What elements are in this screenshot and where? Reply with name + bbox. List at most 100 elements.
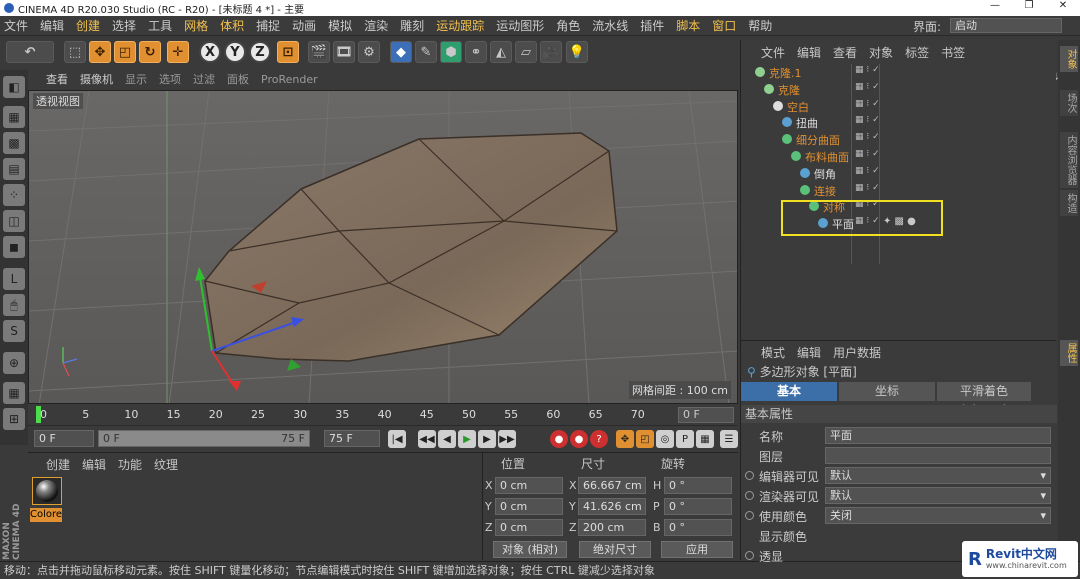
- visibility-flags-icon[interactable]: ▦ ⁝ ✓: [855, 99, 885, 114]
- menu-item-11[interactable]: 雕刻: [400, 17, 424, 34]
- attribute-value-field[interactable]: [825, 447, 1051, 464]
- perspective-viewport[interactable]: 透视视图 网格间距 : 100 cm: [28, 90, 738, 404]
- visibility-flags-icon[interactable]: ▦ ⁝ ✓: [855, 183, 885, 198]
- visibility-flags-icon[interactable]: ▦ ⁝ ✓: [855, 166, 885, 181]
- object-row[interactable]: 倒角 ▦ ⁝ ✓: [743, 165, 1055, 182]
- menu-item-13[interactable]: 运动图形: [496, 17, 544, 34]
- key-pla-icon[interactable]: ▦: [696, 430, 714, 448]
- menu-item-18[interactable]: 窗口: [712, 17, 736, 34]
- make-editable-icon[interactable]: ◧: [3, 76, 25, 98]
- side-tab-2[interactable]: 内容浏览器: [1060, 132, 1078, 188]
- viewport-menu-item-3[interactable]: 选项: [159, 71, 181, 87]
- material-menu-edit[interactable]: 编辑: [82, 456, 106, 473]
- visibility-flags-icon[interactable]: ▦ ⁝ ✓: [855, 132, 885, 147]
- menu-item-6[interactable]: 体积: [220, 17, 244, 34]
- size-mode-select[interactable]: 绝对尺寸: [579, 541, 651, 558]
- undo-button[interactable]: ↶: [6, 41, 54, 63]
- attribute-value-field[interactable]: 默认: [825, 487, 1051, 504]
- object-row[interactable]: 克隆.1 ▦ ⁝ ✓: [743, 64, 1055, 81]
- points-mode-icon[interactable]: ⁘: [3, 184, 25, 206]
- current-frame-field[interactable]: 0 F: [678, 407, 734, 423]
- animation-radio-icon[interactable]: [745, 491, 754, 500]
- end-frame-field[interactable]: 75 F: [324, 430, 380, 447]
- object-row[interactable]: 布料曲面 ▦ ⁝ ✓: [743, 148, 1055, 165]
- material-menu-create[interactable]: 创建: [46, 456, 70, 473]
- grid-icon[interactable]: ▦: [3, 382, 25, 404]
- viewport-menu-item-5[interactable]: 面板: [227, 71, 249, 87]
- coordinate-system-icon[interactable]: ⊡: [277, 41, 299, 63]
- menu-item-17[interactable]: 脚本: [676, 17, 700, 34]
- attribute-tab-0[interactable]: 基本: [741, 382, 837, 401]
- menu-item-7[interactable]: 捕捉: [256, 17, 280, 34]
- floor-icon[interactable]: ▱: [515, 41, 537, 63]
- attribute-tab-2[interactable]: 平滑着色(Phong): [937, 382, 1031, 417]
- menu-item-8[interactable]: 动画: [292, 17, 316, 34]
- key-param-icon[interactable]: P: [676, 430, 694, 448]
- workplane-icon[interactable]: ▤: [3, 158, 25, 180]
- texture-mode-icon[interactable]: ▩: [3, 132, 25, 154]
- key-position-icon[interactable]: ✥: [616, 430, 634, 448]
- viewport-menu-item-2[interactable]: 显示: [125, 71, 147, 87]
- apply-button[interactable]: 应用: [661, 541, 733, 558]
- object-menu-item-3[interactable]: 对象: [869, 44, 893, 61]
- material-menu-texture[interactable]: 纹理: [154, 456, 178, 473]
- lock-workplane-icon[interactable]: ⊕: [3, 352, 25, 374]
- viewport-menu-item-0[interactable]: 查看: [46, 71, 68, 87]
- rotation-b-field[interactable]: 0 °: [664, 519, 732, 536]
- tweak-mode-icon[interactable]: 🖱: [3, 294, 25, 316]
- layout-select[interactable]: 启动: [950, 18, 1062, 33]
- object-menu-item-5[interactable]: 书签: [941, 44, 965, 61]
- animation-radio-icon[interactable]: [745, 551, 754, 560]
- menu-item-16[interactable]: 插件: [640, 17, 664, 34]
- menu-item-9[interactable]: 模拟: [328, 17, 352, 34]
- material-swatch[interactable]: [32, 477, 62, 505]
- render-view-icon[interactable]: 🎬: [308, 41, 330, 63]
- menu-item-5[interactable]: 网格: [184, 17, 208, 34]
- menu-item-1[interactable]: 编辑: [40, 17, 64, 34]
- key-scale-icon[interactable]: ◰: [636, 430, 654, 448]
- deformer-icon[interactable]: ◭: [490, 41, 512, 63]
- camera-icon[interactable]: 🎥: [540, 41, 562, 63]
- coordinate-mode-select[interactable]: 对象 (相对): [493, 541, 567, 558]
- axis-mode-icon[interactable]: L: [3, 268, 25, 290]
- play-icon[interactable]: ▶: [458, 430, 476, 448]
- animation-radio-icon[interactable]: [745, 471, 754, 480]
- size-z-field[interactable]: 200 cm: [578, 519, 646, 536]
- object-menu-item-2[interactable]: 查看: [833, 44, 857, 61]
- frame-range-slider[interactable]: 0 F 75 F: [98, 430, 310, 447]
- select-tool-icon[interactable]: ⬚: [64, 41, 86, 63]
- menu-item-14[interactable]: 角色: [556, 17, 580, 34]
- key-rotation-icon[interactable]: ◎: [656, 430, 674, 448]
- side-tab-3[interactable]: 构造: [1060, 190, 1078, 216]
- keyframe-selection-icon[interactable]: ?: [590, 430, 608, 448]
- attribute-menu-item-1[interactable]: 编辑: [797, 344, 821, 361]
- visibility-flags-icon[interactable]: ▦ ⁝ ✓: [855, 115, 885, 130]
- attribute-menu-item-2[interactable]: 用户数据: [833, 344, 881, 361]
- timeline-window-icon[interactable]: ☰: [720, 430, 738, 448]
- menu-item-10[interactable]: 渲染: [364, 17, 388, 34]
- object-menu-item-4[interactable]: 标签: [905, 44, 929, 61]
- visibility-flags-icon[interactable]: ▦ ⁝ ✓: [855, 149, 885, 164]
- size-x-field[interactable]: 66.667 cm: [578, 477, 646, 494]
- subdivision-generator-icon[interactable]: ⬢: [440, 41, 462, 63]
- minimize-button[interactable]: —: [978, 0, 1012, 11]
- previous-key-icon[interactable]: ◀◀: [418, 430, 436, 448]
- viewport-menu-item-1[interactable]: 摄像机: [80, 71, 113, 87]
- menu-item-4[interactable]: 工具: [148, 17, 172, 34]
- start-frame-field[interactable]: 0 F: [34, 430, 94, 447]
- restore-button[interactable]: ❐: [1012, 0, 1046, 11]
- render-picture-viewer-icon[interactable]: 🎞: [333, 41, 355, 63]
- object-row[interactable]: 扭曲 ▦ ⁝ ✓: [743, 114, 1055, 131]
- side-tab-0[interactable]: 对象: [1060, 46, 1078, 72]
- model-mode-icon[interactable]: ▦: [3, 106, 25, 128]
- x-axis-lock-button[interactable]: X: [199, 41, 221, 63]
- viewport-menu-item-4[interactable]: 过滤: [193, 71, 215, 87]
- object-row[interactable]: 细分曲面 ▦ ⁝ ✓: [743, 131, 1055, 148]
- viewport-menu-item-6[interactable]: ProRender: [261, 73, 318, 86]
- next-frame-icon[interactable]: ▶: [478, 430, 496, 448]
- menu-item-12[interactable]: 运动跟踪: [436, 17, 484, 34]
- menu-item-2[interactable]: 创建: [76, 17, 100, 34]
- move-tool-icon[interactable]: ✥: [89, 41, 111, 63]
- spline-pen-icon[interactable]: ✎: [415, 41, 437, 63]
- position-z-field[interactable]: 0 cm: [495, 519, 563, 536]
